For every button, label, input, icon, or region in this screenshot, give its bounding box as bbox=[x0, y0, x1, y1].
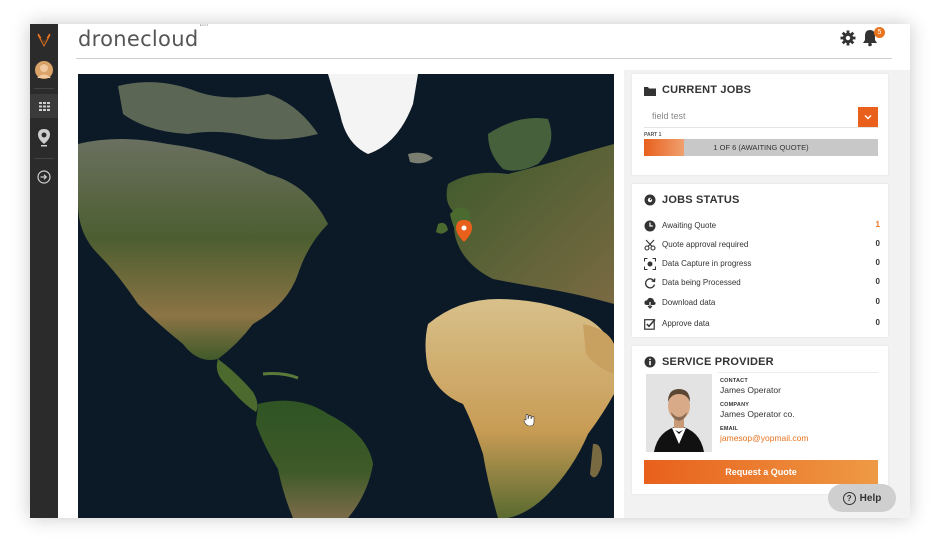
status-label: Awaiting Quote bbox=[662, 221, 717, 230]
sidebar bbox=[30, 24, 58, 518]
current-jobs-card: CURRENT JOBS field test PART 1 1 OF 6 (A… bbox=[632, 74, 888, 175]
dashboard-icon bbox=[644, 193, 656, 211]
contact-label: CONTACT bbox=[720, 378, 748, 384]
service-provider-title: SERVICE PROVIDER bbox=[662, 356, 774, 368]
sidebar-divider bbox=[34, 88, 54, 89]
status-count: 0 bbox=[875, 239, 880, 248]
jobs-status-card: JOBS STATUS Awaiting Quote 1 Quote approva… bbox=[632, 184, 888, 337]
logo-trademark: tm bbox=[199, 24, 209, 28]
top-bar: dronecloudtm 5 bbox=[58, 24, 910, 58]
status-count: 0 bbox=[875, 318, 880, 327]
status-label: Approve data bbox=[662, 319, 710, 328]
company-label: COMPANY bbox=[720, 402, 750, 408]
status-count: 0 bbox=[875, 297, 880, 306]
job-select[interactable]: field test bbox=[644, 107, 878, 128]
notification-badge: 5 bbox=[874, 27, 885, 38]
chevron-down-icon[interactable] bbox=[858, 107, 878, 127]
camera-frame-icon bbox=[643, 257, 657, 271]
job-progress-text: 1 OF 6 (AWAITING QUOTE) bbox=[713, 143, 809, 152]
clock-icon bbox=[644, 219, 656, 232]
sidebar-divider bbox=[34, 158, 54, 159]
logout-icon[interactable] bbox=[30, 166, 58, 188]
checkbox-icon bbox=[644, 317, 656, 330]
job-select-value: field test bbox=[652, 111, 686, 121]
jobs-status-title: JOBS STATUS bbox=[662, 194, 740, 206]
provider-divider bbox=[718, 372, 878, 373]
help-button[interactable]: ? Help bbox=[828, 484, 896, 512]
refresh-icon bbox=[644, 276, 656, 289]
status-label: Quote approval required bbox=[662, 240, 749, 249]
status-row[interactable]: Quote approval required 0 bbox=[644, 236, 880, 254]
provider-photo bbox=[646, 374, 712, 452]
world-map[interactable] bbox=[78, 74, 614, 518]
grid-icon[interactable] bbox=[30, 94, 58, 118]
help-icon: ? bbox=[842, 491, 856, 505]
current-jobs-title: CURRENT JOBS bbox=[662, 84, 752, 96]
company-value: James Operator co. bbox=[720, 409, 795, 419]
part-label: PART 1 bbox=[644, 132, 662, 138]
email-link[interactable]: jamesop@yopmail.com bbox=[720, 433, 808, 443]
dronecloud-logo[interactable]: dronecloudtm bbox=[78, 24, 209, 51]
logo-text: dronecloud bbox=[78, 27, 199, 51]
map-pin-icon[interactable] bbox=[30, 124, 58, 152]
email-label: EMAIL bbox=[720, 426, 739, 432]
brand-wings-icon[interactable] bbox=[30, 28, 58, 52]
status-row[interactable]: Data Capture in progress 0 bbox=[643, 255, 880, 273]
status-row[interactable]: Download data 0 bbox=[644, 294, 880, 312]
status-count: 0 bbox=[875, 277, 880, 286]
contact-value: James Operator bbox=[720, 385, 781, 395]
job-progress-bar: 1 OF 6 (AWAITING QUOTE) bbox=[644, 139, 878, 156]
status-label: Data Capture in progress bbox=[662, 259, 752, 268]
status-row[interactable]: Data being Processed 0 bbox=[644, 274, 880, 292]
status-row[interactable]: Approve data 0 bbox=[644, 315, 880, 333]
gear-icon[interactable] bbox=[840, 30, 856, 51]
status-label: Data being Processed bbox=[662, 278, 741, 287]
info-icon bbox=[644, 355, 656, 373]
status-label: Download data bbox=[662, 298, 716, 307]
header-divider bbox=[76, 58, 892, 59]
status-row[interactable]: Awaiting Quote 1 bbox=[644, 217, 880, 235]
scissors-icon bbox=[644, 238, 656, 251]
request-quote-button[interactable]: Request a Quote bbox=[644, 460, 878, 484]
cloud-download-icon bbox=[644, 296, 656, 309]
help-label: Help bbox=[859, 492, 882, 504]
folder-icon bbox=[644, 83, 656, 101]
user-avatar[interactable] bbox=[30, 57, 58, 83]
service-provider-card: SERVICE PROVIDER CONTACT James Operator … bbox=[632, 346, 888, 494]
status-count: 0 bbox=[875, 258, 880, 267]
status-count: 1 bbox=[875, 220, 880, 229]
app-window: dronecloudtm 5 CURRENT JOBS field test P… bbox=[30, 24, 910, 518]
